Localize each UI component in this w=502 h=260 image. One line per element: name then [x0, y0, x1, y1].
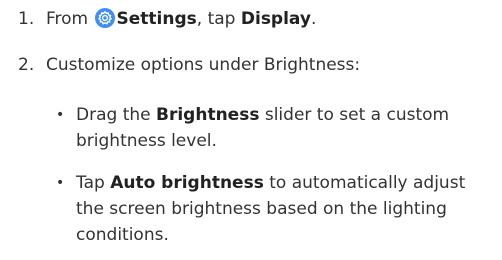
bullet-2-line-1: Tap Auto brightness to automatically adj… [56, 170, 496, 196]
step-2-text: Customize options under Brightness: [46, 55, 361, 75]
step-2: 2. Customize options under Brightness: [18, 55, 360, 75]
step-1: 1. From Settings, tap Display. [18, 8, 316, 29]
bullet-item-auto-brightness: • Tap Auto brightness to automatically a… [56, 170, 496, 248]
bullet-2-line-3: conditions. [76, 225, 169, 245]
bullet-symbol: • [56, 175, 65, 191]
bullet-2-line-2: the screen brightness based on the light… [76, 199, 447, 219]
bullet-item-brightness: • Drag the Brightness slider to set a cu… [56, 102, 496, 154]
bullet-2-post: to automatically adjust [269, 173, 466, 193]
step-2-number: 2. [18, 55, 35, 75]
settings-label: Settings [116, 9, 197, 29]
step-1-suffix: . [310, 9, 317, 29]
gear-icon [94, 8, 115, 28]
display-label: Display [240, 9, 311, 29]
brightness-label: Brightness [156, 105, 260, 125]
bullet-1-line-2: brightness level. [76, 131, 217, 151]
bullet-symbol: • [56, 107, 65, 123]
auto-brightness-label: Auto brightness [110, 173, 264, 193]
step-1-middle: , tap [196, 9, 236, 29]
step-1-prefix: From [46, 9, 89, 29]
bullet-2-pre: Tap [76, 173, 105, 193]
bullet-1-post: slider to set a custom [264, 105, 450, 125]
step-1-number: 1. [18, 9, 35, 29]
bullet-1-line-1: Drag the Brightness slider to set a cust… [56, 102, 496, 128]
bullet-1-pre: Drag the [76, 105, 151, 125]
